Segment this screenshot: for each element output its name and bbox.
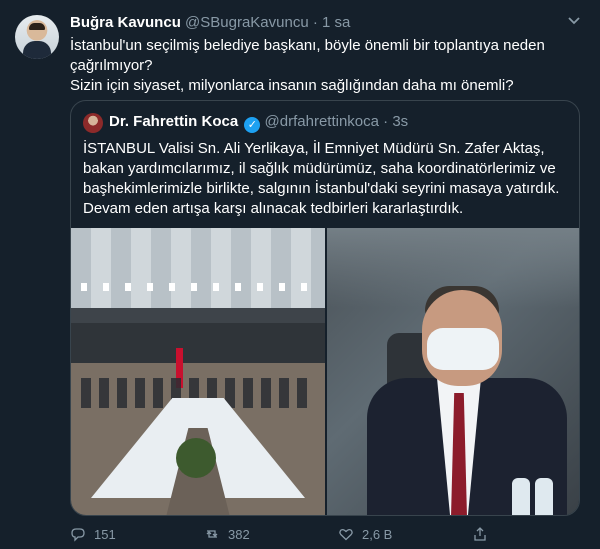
retweet-button[interactable]: 382: [204, 526, 250, 542]
quoted-author-avatar[interactable]: [83, 113, 103, 133]
like-button[interactable]: 2,6 B: [338, 526, 392, 542]
reply-count: 151: [94, 526, 116, 542]
verified-icon: ✓: [244, 117, 261, 133]
like-count: 2,6 B: [362, 526, 393, 542]
tweet-header: Buğra Kavuncu @SBugraKavuncu · 1 sa: [70, 14, 350, 31]
quoted-author-name[interactable]: Dr. Fahrettin Koca: [109, 113, 238, 130]
tweet-text: İstanbul'un seçilmiş belediye başkanı, b…: [70, 36, 580, 96]
tweet[interactable]: Buğra Kavuncu @SBugraKavuncu · 1 sa İsta…: [0, 0, 600, 549]
quoted-text: İSTANBUL Valisi Sn. Ali Yerlikaya, İl Em…: [83, 140, 560, 217]
like-icon: [338, 526, 354, 542]
author-handle[interactable]: @SBugraKavuncu: [185, 14, 309, 31]
retweet-count: 382: [228, 526, 250, 542]
tweet-time[interactable]: 1 sa: [322, 14, 350, 31]
tweet-text-line1: İstanbul'un seçilmiş belediye başkanı, b…: [70, 37, 545, 74]
meeting-photo[interactable]: [71, 228, 325, 515]
tweet-text-line2: Sizin için siyaset, milyonlarca insanın …: [70, 77, 514, 94]
quoted-separator: ·: [383, 113, 389, 130]
author-avatar[interactable]: [15, 15, 59, 59]
reply-icon: [70, 526, 86, 542]
reply-button[interactable]: 151: [70, 526, 116, 542]
quoted-handle[interactable]: @drfahrettinkoca: [265, 113, 379, 130]
quoted-tweet[interactable]: Dr. Fahrettin Koca ✓ @drfahrettinkoca · …: [70, 100, 580, 516]
chevron-down-icon[interactable]: [566, 12, 582, 31]
share-button[interactable]: [472, 526, 488, 542]
quoted-header: Dr. Fahrettin Koca ✓ @drfahrettinkoca · …: [109, 113, 408, 133]
quoted-time[interactable]: 3s: [392, 113, 408, 130]
separator: ·: [312, 14, 318, 31]
author-name[interactable]: Buğra Kavuncu: [70, 14, 181, 31]
share-icon: [472, 526, 488, 542]
retweet-icon: [204, 526, 220, 542]
minister-photo[interactable]: [327, 228, 579, 515]
